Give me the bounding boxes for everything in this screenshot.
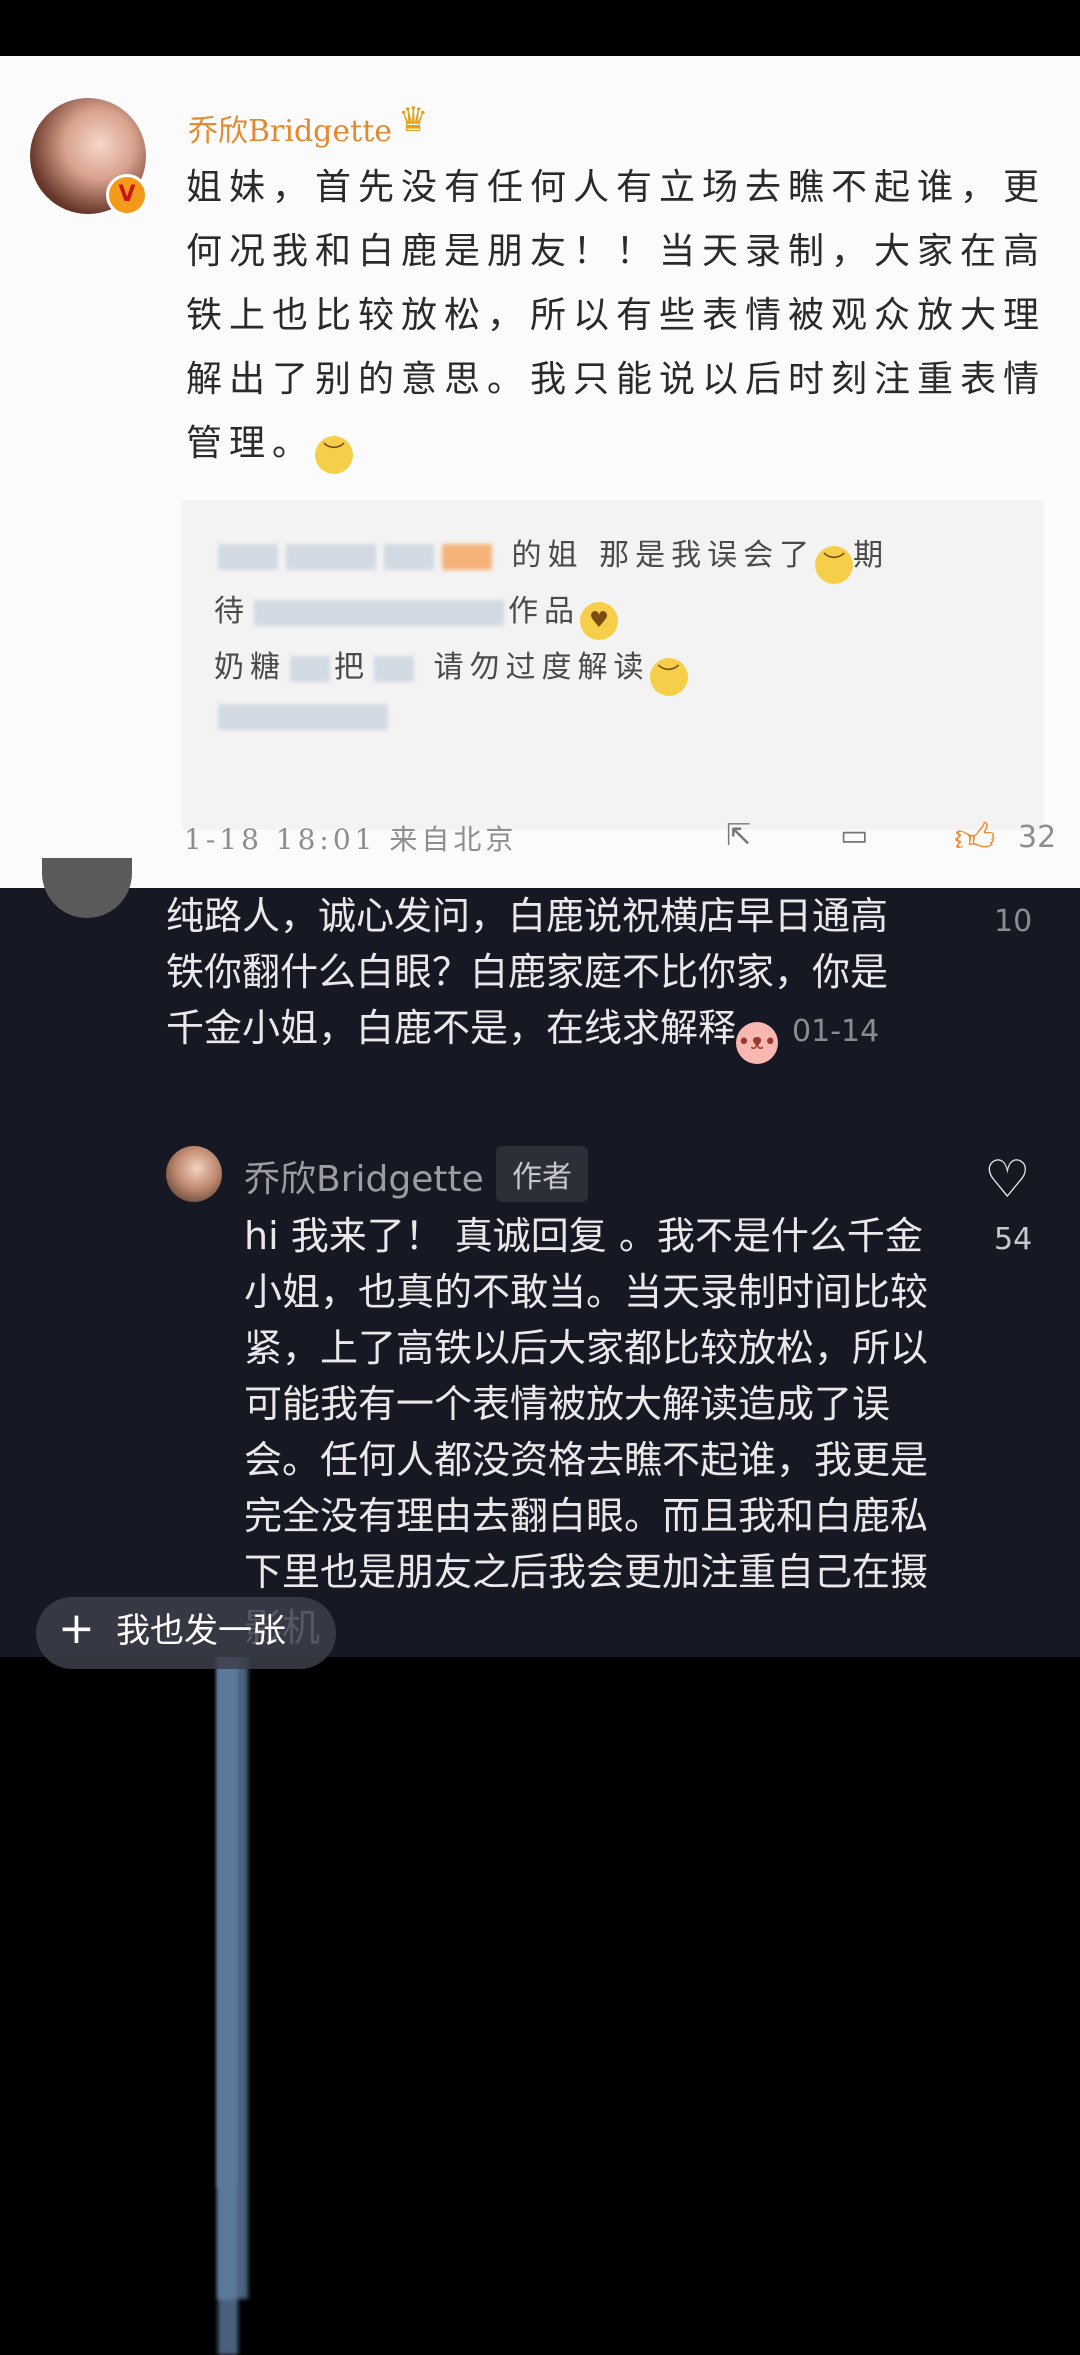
- sad-face-emoji-icon: ︶: [649, 658, 688, 696]
- reply-author-name[interactable]: 乔欣Bridgette: [244, 1150, 484, 1202]
- share-icon[interactable]: ⇱: [726, 818, 751, 853]
- like-thumb-icon[interactable]: 👍︎: [954, 814, 996, 862]
- comment-date: 01-14: [792, 1014, 880, 1049]
- comments-section: 纯路人，诚心发问，白鹿说祝横店早日通高铁你翻什么白眼？白鹿家庭不比你家，你是千金…: [0, 858, 1080, 1669]
- post-username[interactable]: 乔欣Bridgette: [188, 106, 392, 150]
- quoted-line: 奶糖把 请勿过度解读 ︶: [214, 642, 688, 2299]
- crown-icon: ♛: [398, 100, 429, 140]
- plus-icon: +: [58, 1603, 95, 1654]
- comment-like-count: 10: [994, 904, 1033, 939]
- comment-text: 纯路人，诚心发问，白鹿说祝横店早日通高铁你翻什么白眼？白鹿家庭不比你家，你是千金…: [166, 888, 906, 1064]
- commenter-avatar[interactable]: [42, 858, 132, 918]
- comment-icon[interactable]: ▭: [840, 818, 868, 853]
- heart-icon[interactable]: ♡: [984, 1154, 1031, 1206]
- post-timestamp: 1-18 18:01: [184, 823, 377, 856]
- quoted-line-blurred: [214, 698, 392, 2355]
- quoted-line: 的姐 那是我误会了 ︶ 期: [214, 530, 889, 2187]
- post-photo-label: 我也发一张: [116, 1611, 286, 1651]
- sad-face-emoji-icon: ︶: [315, 436, 354, 474]
- post-like-count: 32: [1018, 820, 1057, 855]
- sad-face-emoji-icon: ︶: [815, 546, 854, 584]
- pig-face-emoji-icon: •ᴥ•: [736, 1022, 779, 1064]
- post-source: 来自北京: [389, 823, 518, 856]
- weibo-post-screenshot: V 乔欣Bridgette ♛ 姐妹，首先没有任何人有立场去瞧不起谁，更何况我和…: [0, 56, 1080, 2355]
- post-photo-button[interactable]: + 我也发一张: [36, 1597, 336, 1669]
- author-badge: 作者: [496, 1146, 588, 1202]
- reply-like-count: 54: [994, 1222, 1033, 1257]
- quoted-comment-box: 的姐 那是我误会了 ︶ 期 待作品 ♥ 奶糖把 请勿过度解读 ︶: [182, 500, 1044, 2355]
- reply-text: hi 我来了！ 真诚回复 。我不是什么千金小姐，也真的不敢当。当天录制时间比较紧…: [244, 1214, 929, 1650]
- kiss-face-emoji-icon: ♥: [580, 602, 618, 640]
- post-body: 姐妹，首先没有任何人有立场去瞧不起谁，更何况我和白鹿是朋友！！当天录制，大家在高…: [186, 156, 1046, 476]
- quoted-line: 待作品 ♥: [214, 586, 618, 640]
- post-meta: 1-18 18:01 来自北京: [184, 818, 517, 858]
- top-black-bar: [0, 0, 1080, 56]
- avatar[interactable]: [166, 1146, 222, 1202]
- verified-badge: V: [106, 174, 148, 216]
